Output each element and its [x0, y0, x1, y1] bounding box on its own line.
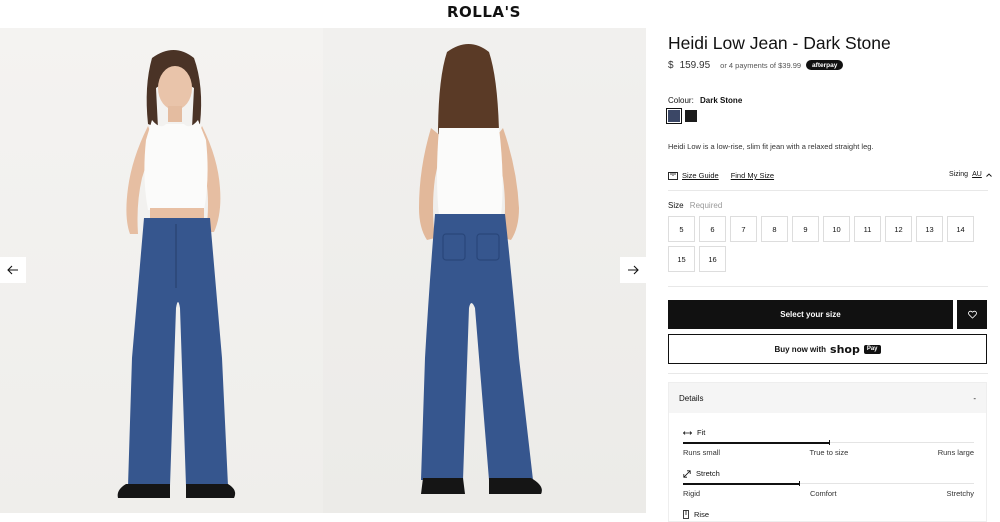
- size-option[interactable]: 13: [916, 216, 943, 242]
- details-accordion: Details - Fit Runs small True to size Ru…: [668, 382, 987, 522]
- stretch-scale-labels: Rigid Comfort Stretchy: [683, 489, 974, 498]
- product-gallery: [0, 28, 646, 513]
- size-tools: Size Guide Find My Size: [668, 171, 774, 180]
- rise-icon: [683, 510, 689, 519]
- stretch-left-label: Rigid: [683, 489, 701, 498]
- currency-symbol: $: [668, 59, 674, 71]
- stretch-right-label: Stretchy: [946, 489, 974, 498]
- width-arrows-icon: [683, 430, 692, 435]
- details-toggle[interactable]: Details -: [669, 383, 986, 413]
- size-options: 5 6 7 8 9 10 11 12 13 14 15 16: [668, 216, 988, 272]
- shop-logo-text: shop: [830, 342, 860, 356]
- swatch-dark-stone[interactable]: [666, 108, 682, 124]
- fit-left-label: Runs small: [683, 448, 721, 457]
- size-option[interactable]: 16: [699, 246, 726, 272]
- fit-middle-label: True to size: [809, 448, 849, 457]
- afterpay-badge[interactable]: afterpay: [806, 60, 844, 70]
- stretch-attribute: Stretch: [683, 469, 720, 478]
- size-required: Required: [689, 201, 723, 210]
- details-title: Details: [679, 393, 704, 403]
- find-my-size-link[interactable]: Find My Size: [731, 171, 774, 180]
- divider: [668, 190, 988, 191]
- gallery-next-button[interactable]: [620, 257, 646, 283]
- ruler-icon: [668, 171, 678, 180]
- fit-attribute: Fit: [683, 428, 705, 437]
- sizing-value: AU: [972, 171, 982, 178]
- stretch-scale-marker: [799, 481, 801, 486]
- fit-scale-marker: [828, 440, 830, 445]
- chevron-up-icon: [985, 172, 992, 177]
- size-option[interactable]: 9: [792, 216, 819, 242]
- size-heading: Size Required: [668, 201, 722, 210]
- size-guide-link[interactable]: Size Guide: [668, 171, 719, 180]
- divider: [668, 286, 988, 287]
- colour-value: Dark Stone: [700, 96, 743, 105]
- site-header: ROLLA'S: [0, 0, 1000, 28]
- afterpay-label: afterpay: [812, 61, 838, 69]
- brand-logo[interactable]: ROLLA'S: [447, 3, 521, 21]
- arrow-right-icon: [628, 265, 639, 275]
- arrow-left-icon: [7, 265, 18, 275]
- gallery-prev-button[interactable]: [0, 257, 26, 283]
- size-option[interactable]: 6: [699, 216, 726, 242]
- price-row: $ 159.95 or 4 payments of $39.99 afterpa…: [668, 57, 844, 73]
- shop-pay-badge: Pay: [863, 344, 881, 354]
- size-option[interactable]: 12: [885, 216, 912, 242]
- product-image-front[interactable]: [0, 28, 323, 513]
- size-option[interactable]: 8: [761, 216, 788, 242]
- collapse-icon: -: [973, 393, 976, 403]
- installments-text: or 4 payments of $39.99: [720, 60, 802, 70]
- sizing-region-select[interactable]: Sizing AU: [949, 171, 992, 178]
- colour-swatches: [666, 108, 697, 124]
- shop-pay-button[interactable]: Buy now with shop Pay: [668, 334, 987, 364]
- rise-label: Rise: [694, 510, 710, 519]
- fit-label: Fit: [697, 428, 706, 437]
- product-description: Heidi Low is a low-rise, slim fit jean w…: [668, 142, 874, 151]
- size-option[interactable]: 14: [947, 216, 974, 242]
- swatch-black[interactable]: [685, 110, 697, 122]
- buy-now-label: Buy now with: [774, 344, 827, 354]
- fit-scale-labels: Runs small True to size Runs large: [683, 448, 974, 457]
- stretch-middle-label: Comfort: [809, 489, 837, 498]
- select-size-label: Select your size: [780, 310, 841, 319]
- size-option[interactable]: 7: [730, 216, 757, 242]
- find-my-size-label: Find My Size: [730, 171, 775, 180]
- size-option[interactable]: 11: [854, 216, 881, 242]
- fit-scale-fill: [683, 441, 829, 444]
- product-price: 159.95: [679, 59, 711, 71]
- rise-attribute: Rise: [683, 510, 709, 519]
- stretch-scale-fill: [683, 482, 800, 485]
- heart-plus-icon: [967, 310, 977, 319]
- product-title: Heidi Low Jean - Dark Stone: [668, 33, 891, 53]
- size-option[interactable]: 15: [668, 246, 695, 272]
- size-label: Size: [668, 201, 684, 210]
- select-size-button[interactable]: Select your size: [668, 300, 953, 329]
- stretch-scale-track: [683, 481, 974, 486]
- size-option[interactable]: 5: [668, 216, 695, 242]
- fit-scale-track: [683, 440, 974, 445]
- pay-label: Pay: [866, 346, 878, 352]
- sizing-label: Sizing: [949, 171, 969, 178]
- size-guide-label: Size Guide: [682, 171, 719, 180]
- stretch-icon: [683, 469, 691, 478]
- fit-right-label: Runs large: [937, 448, 974, 457]
- colour-label: Colour:: [668, 96, 694, 105]
- stretch-label: Stretch: [696, 469, 720, 478]
- wishlist-button[interactable]: [957, 300, 987, 329]
- divider: [668, 373, 988, 374]
- size-option[interactable]: 10: [823, 216, 850, 242]
- colour-row: Colour: Dark Stone: [668, 96, 742, 105]
- product-image-back[interactable]: [323, 28, 646, 513]
